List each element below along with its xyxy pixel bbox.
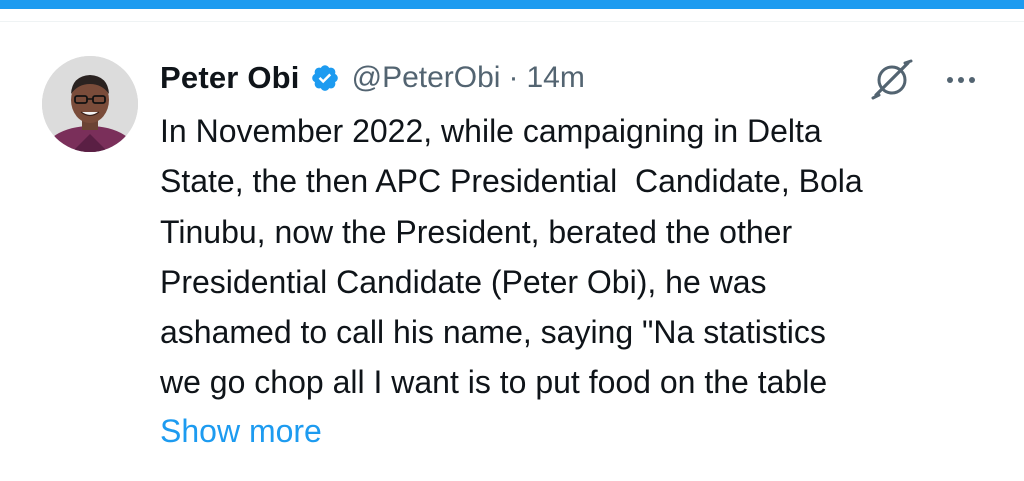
tweet-text-line: In November 2022, while campaigning in D… [160,113,822,149]
tweet-text-line: State, the then APC Presidential Candida… [160,163,863,200]
avatar[interactable] [42,56,138,152]
more-options-icon[interactable] [938,58,984,102]
dot-icon [958,77,964,83]
show-more-link[interactable]: Show more [160,406,322,456]
verified-badge-icon[interactable] [310,63,340,93]
dot-icon [947,77,953,83]
dot-icon [969,77,975,83]
timestamp[interactable]: 14m [526,61,584,95]
author-handle[interactable]: @PeterObi [352,61,501,95]
author-name[interactable]: Peter Obi [160,60,300,96]
tweet-text-line: Presidential Candidate (Peter Obi), he w… [160,263,767,300]
tweet-text-line: we go chop all I want is to put food on … [160,364,828,401]
tweet-text-line: Tinubu, now the President, berated the o… [160,213,793,250]
tweet-text-line: ashamed to call his name, saying "Na sta… [160,314,826,351]
separator-dot: · [508,61,519,94]
tweet-text: In November 2022, while campaigning in D… [160,106,990,408]
avatar-image [42,56,138,152]
tweet[interactable]: Peter Obi @PeterObi · 14m In November 20… [0,22,1024,481]
top-accent-bar [0,0,1024,9]
tweet-header: Peter Obi @PeterObi · 14m [160,58,585,98]
grok-icon[interactable] [870,58,914,102]
